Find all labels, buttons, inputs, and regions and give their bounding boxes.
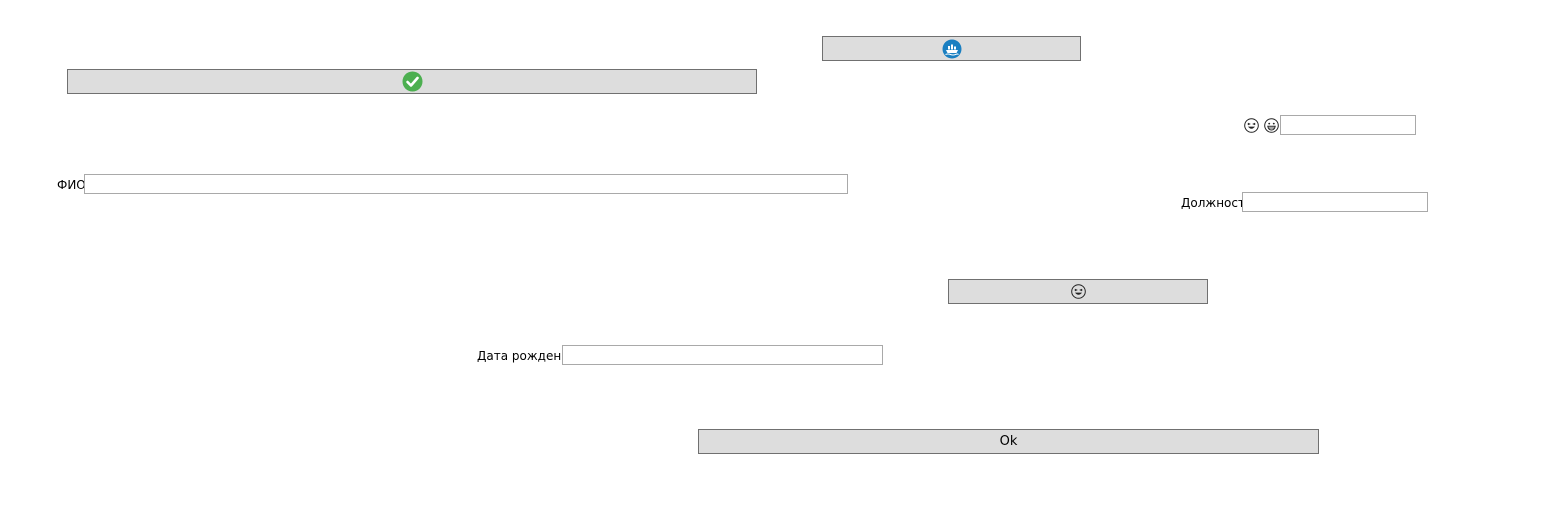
laughing-face-icon: [1070, 284, 1086, 299]
fio-input[interactable]: [84, 174, 848, 194]
ship-button[interactable]: [822, 36, 1081, 61]
ok-button[interactable]: Ok: [698, 429, 1319, 454]
ok-button-label: Ok: [999, 434, 1018, 449]
position-input[interactable]: [1242, 192, 1428, 212]
emoji-input[interactable]: [1280, 115, 1416, 135]
confirm-button[interactable]: [67, 69, 757, 94]
laughing-face-icon: [1244, 118, 1259, 133]
grinning-face-icon: [1264, 118, 1279, 133]
birth-date-input[interactable]: [562, 345, 883, 365]
fio-label: ФИО: [57, 178, 86, 192]
ship-icon: [942, 39, 962, 59]
laugh-button[interactable]: [948, 279, 1208, 304]
check-circle-icon: [402, 71, 423, 92]
